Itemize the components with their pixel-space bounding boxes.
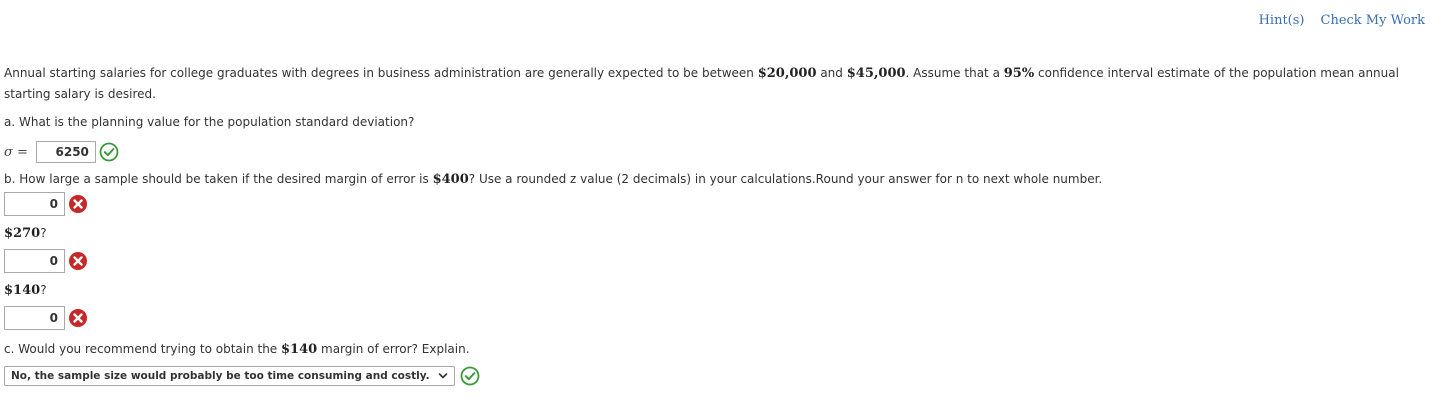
check-my-work-link[interactable]: Check My Work (1321, 13, 1426, 28)
x-icon (69, 195, 87, 213)
salary-low: $20,000 (757, 66, 817, 81)
sample-size-input-400[interactable]: 0 (4, 192, 65, 216)
n-answer-row-2: 0 (4, 248, 1436, 274)
n-answer-row-1: 0 (4, 191, 1436, 217)
intro-text-1: Annual starting salaries for college gra… (4, 66, 758, 80)
question-b-text-1: b. How large a sample should be taken if… (4, 172, 433, 186)
margin-label-270: $270? (4, 224, 1436, 242)
question-mark: ? (40, 283, 47, 297)
confidence-level: 95% (1003, 66, 1035, 81)
n-answer-row-3: 0 (4, 305, 1436, 331)
top-links: Hint(s) Check My Work (1259, 13, 1425, 28)
problem-statement: Annual starting salaries for college gra… (4, 63, 1436, 105)
x-icon (69, 309, 87, 327)
equals-sign: = (12, 144, 28, 160)
check-icon (460, 366, 479, 386)
salary-high: $45,000 (846, 66, 906, 81)
margin-label-140: $140? (4, 281, 1436, 299)
sample-size-input-270[interactable]: 0 (4, 249, 65, 273)
chevron-down-icon (438, 373, 447, 379)
question-c-text-1: c. Would you recommend trying to obtain … (4, 342, 282, 356)
hints-link[interactable]: Hint(s) (1259, 13, 1305, 28)
x-icon (69, 252, 87, 270)
sigma-input[interactable]: 6250 (35, 141, 96, 163)
explain-answer-row: No, the sample size would probably be to… (4, 364, 1436, 388)
sigma-symbol: σ (4, 144, 13, 160)
explanation-select[interactable]: No, the sample size would probably be to… (4, 366, 455, 386)
margin-140-c: $140 (281, 342, 318, 357)
intro-text-2: and (816, 66, 847, 80)
question-b-text-2: ? Use a rounded z value (2 decimals) in … (468, 172, 1103, 186)
question-b: b. How large a sample should be taken if… (4, 171, 1436, 188)
sample-size-input-140[interactable]: 0 (4, 306, 65, 330)
explanation-selected-value: No, the sample size would probably be to… (11, 370, 430, 382)
margin-140: $140 (4, 283, 41, 298)
margin-270: $270 (4, 226, 41, 241)
sigma-answer-row: σ = 6250 (4, 140, 1436, 164)
intro-text-3: . Assume that a (905, 66, 1004, 80)
question-a: a. What is the planning value for the po… (4, 115, 415, 129)
question-c: c. Would you recommend trying to obtain … (4, 341, 1436, 358)
question-c-text-2: margin of error? Explain. (317, 342, 470, 356)
sigma-label: σ = (4, 145, 28, 160)
check-icon (99, 142, 119, 162)
question-content: Annual starting salaries for college gra… (4, 63, 1436, 388)
margin-400: $400 (432, 172, 469, 187)
question-mark: ? (40, 226, 47, 240)
